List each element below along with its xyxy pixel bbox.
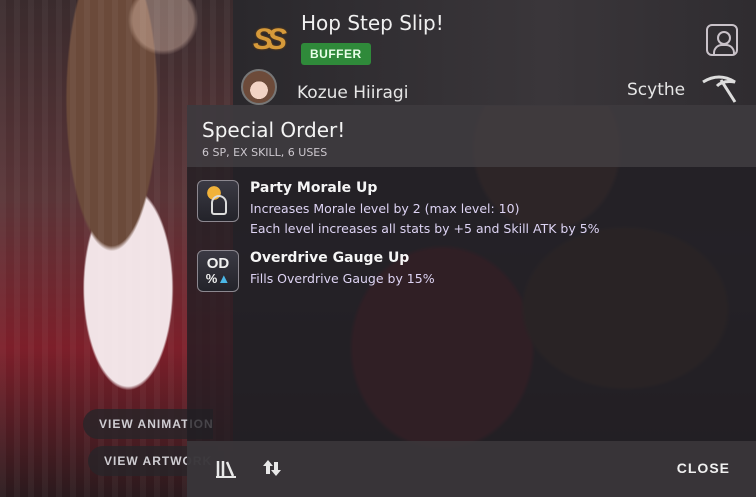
swap-icon[interactable] bbox=[260, 457, 284, 481]
panel-subtitle: 6 SP, EX SKILL, 6 USES bbox=[202, 146, 328, 159]
scythe-icon bbox=[699, 74, 739, 104]
morale-up-icon bbox=[197, 180, 239, 222]
avatar bbox=[241, 69, 277, 105]
panel-header: Special Order! 6 SP, EX SKILL, 6 USES bbox=[187, 105, 756, 167]
skill-name: Hop Step Slip! bbox=[301, 11, 444, 35]
character-profile-icon[interactable] bbox=[706, 24, 738, 56]
panel-title: Special Order! bbox=[202, 118, 346, 142]
effect-description: Increases Morale level by 2 (max level: … bbox=[250, 201, 520, 216]
rank-badge: SS bbox=[252, 23, 287, 56]
role-tag: BUFFER bbox=[301, 43, 371, 65]
close-button[interactable]: CLOSE bbox=[677, 460, 730, 476]
effect-description: Fills Overdrive Gauge by 15% bbox=[250, 271, 435, 286]
character-name: Kozue Hiiragi bbox=[297, 83, 409, 103]
library-icon[interactable] bbox=[214, 457, 238, 481]
od-icon-text: OD bbox=[206, 255, 230, 272]
od-icon-percent: % bbox=[205, 271, 218, 286]
weapon-name: Scythe bbox=[627, 80, 686, 100]
special-order-panel: Special Order! 6 SP, EX SKILL, 6 USES Pa… bbox=[187, 105, 756, 497]
effect-description: Each level increases all stats by +5 and… bbox=[250, 221, 600, 236]
overdrive-gauge-icon: OD %▲ bbox=[197, 250, 239, 292]
panel-footer: CLOSE bbox=[187, 441, 756, 497]
skill-detail-screen: VIEW ANIMATION VIEW ARTWORK SS Hop Step … bbox=[0, 0, 756, 497]
effect-name: Party Morale Up bbox=[250, 180, 378, 196]
effect-name: Overdrive Gauge Up bbox=[250, 250, 410, 266]
